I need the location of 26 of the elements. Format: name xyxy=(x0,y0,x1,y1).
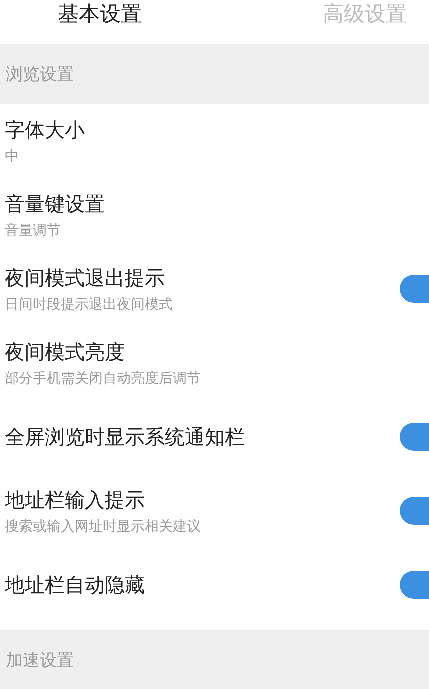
settings-row[interactable]: 全屏浏览时显示系统通知栏 xyxy=(0,400,429,474)
setting-title: 字体大小 xyxy=(5,116,85,144)
setting-title: 全屏浏览时显示系统通知栏 xyxy=(5,424,245,450)
setting-description: 部分手机需关闭自动亮度后调节 xyxy=(5,370,201,388)
setting-title: 地址栏自动隐藏 xyxy=(5,572,145,598)
setting-description: 音量调节 xyxy=(5,222,62,240)
settings-row[interactable]: 地址栏输入提示 搜索或输入网址时显示相关建议 xyxy=(0,474,429,548)
toggle-switch[interactable] xyxy=(400,423,429,451)
toggle-switch[interactable] xyxy=(400,497,429,525)
tab[interactable]: 基本设置 xyxy=(58,0,142,28)
settings-row[interactable]: 音量键设置 音量调节 xyxy=(0,178,429,252)
settings-row[interactable]: 字体大小 中 xyxy=(0,104,429,178)
settings-row[interactable]: 地址栏自动隐藏 xyxy=(0,548,429,622)
settings-row[interactable]: 夜间模式亮度 部分手机需关闭自动亮度后调节 xyxy=(0,326,429,400)
setting-description: 日间时段提示退出夜间模式 xyxy=(5,296,173,314)
toggle-switch[interactable] xyxy=(400,571,429,599)
setting-title: 夜间模式亮度 xyxy=(5,338,126,366)
section-title: 加速设置 xyxy=(6,650,74,672)
setting-title: 音量键设置 xyxy=(5,190,105,218)
setting-title: 地址栏输入提示 xyxy=(5,486,146,514)
section-title: 浏览设置 xyxy=(6,64,74,86)
setting-description: 中 xyxy=(5,148,20,166)
settings-row[interactable]: 夜间模式退出提示 日间时段提示退出夜间模式 xyxy=(0,252,429,326)
setting-description: 搜索或输入网址时显示相关建议 xyxy=(5,518,201,536)
setting-title: 夜间模式退出提示 xyxy=(5,264,166,292)
toggle-switch[interactable] xyxy=(400,275,429,303)
